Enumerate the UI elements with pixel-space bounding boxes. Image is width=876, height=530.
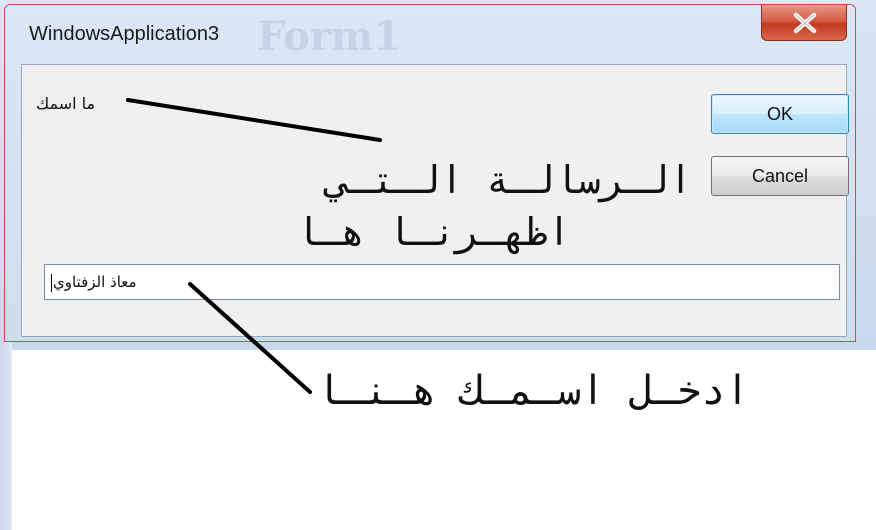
annotation-message-line2: اظهـرنـا هـا (296, 210, 571, 254)
arrow-to-input (188, 282, 312, 394)
annotation-input-hint: ادخـل اسـمـك هـنـا (316, 368, 750, 414)
annotation-arrows (126, 98, 382, 394)
arrow-to-prompt (126, 98, 382, 142)
annotation-message-line1: الـرسالـة الـتـي (326, 158, 693, 202)
